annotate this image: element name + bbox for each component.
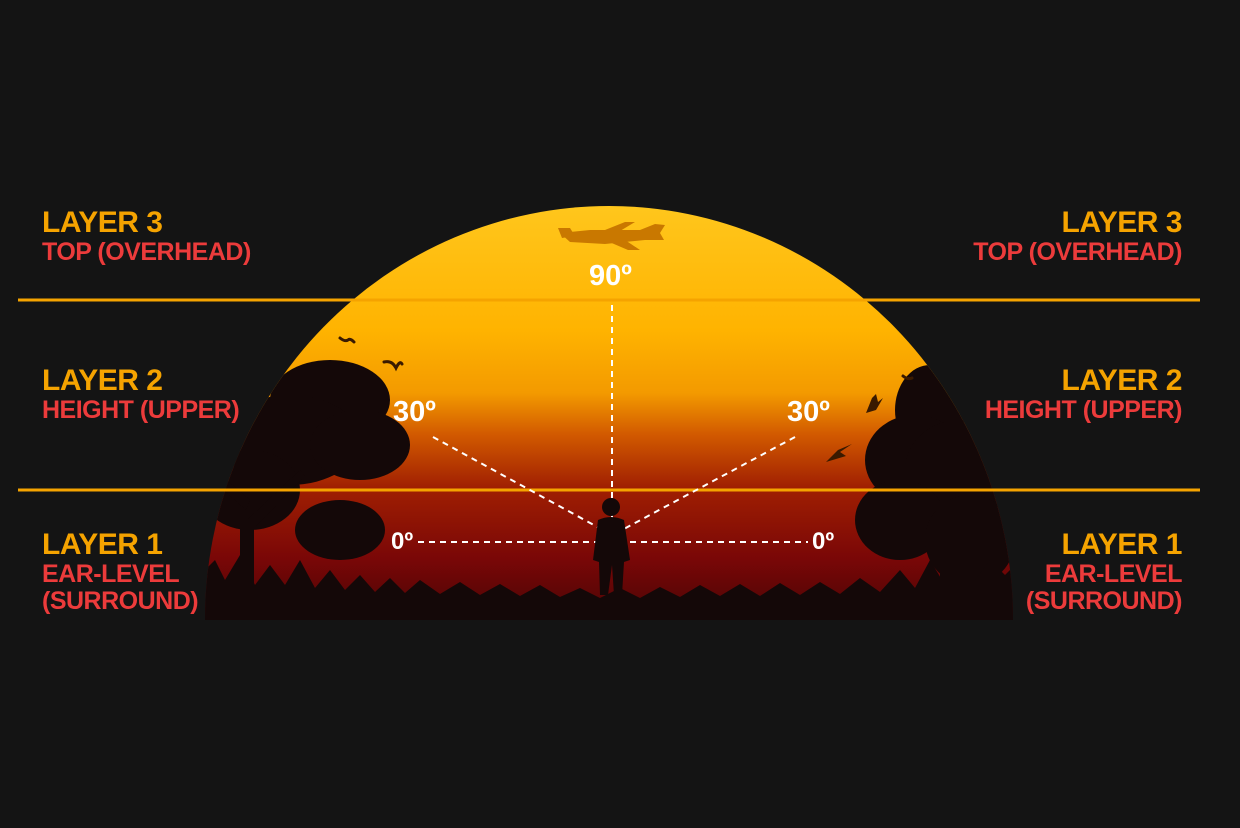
layer3-label-right: LAYER 3 TOP (OVERHEAD) [973,208,1182,265]
layer-subtitle: HEIGHT (UPPER) [42,396,240,424]
angle-label-0-left: 0º [391,528,414,555]
layer-title: LAYER 1 [42,528,163,561]
layer2-label-left: LAYER 2 HEIGHT (UPPER) [42,364,240,424]
layer-subtitle: EAR-LEVEL [1044,560,1183,588]
layer2-label-right: LAYER 2 HEIGHT (UPPER) [984,364,1183,424]
layer-subtitle: (SURROUND) [1025,587,1183,615]
layer1-label-right: LAYER 1 EAR-LEVEL (SURROUND) [1025,528,1183,615]
layer-title: LAYER 1 [1061,528,1183,561]
angle-label-30-left: 30º [393,396,436,428]
layer-title: LAYER 2 [42,364,163,397]
layer-title: LAYER 3 [1061,206,1183,239]
layer-subtitle: HEIGHT (UPPER) [984,396,1183,424]
layer-subtitle: TOP (OVERHEAD) [42,238,251,266]
layer-title: LAYER 3 [42,206,163,239]
angle-label-30-right: 30º [787,396,830,428]
layer-subtitle: TOP (OVERHEAD) [973,238,1182,266]
angle-label-90: 90º [589,260,632,292]
diagram-stage: 90º 30º 30º 0º 0º LAYER 3 TOP (OVERHEAD)… [0,0,1240,823]
layer-subtitle: (SURROUND) [42,587,199,615]
layer-subtitle: EAR-LEVEL [42,560,180,588]
layer3-label-left: LAYER 3 TOP (OVERHEAD) [42,208,251,265]
angle-label-0-right: 0º [812,528,835,555]
layer1-label-left: LAYER 1 EAR-LEVEL (SURROUND) [42,528,199,615]
layer-title: LAYER 2 [1061,364,1183,397]
